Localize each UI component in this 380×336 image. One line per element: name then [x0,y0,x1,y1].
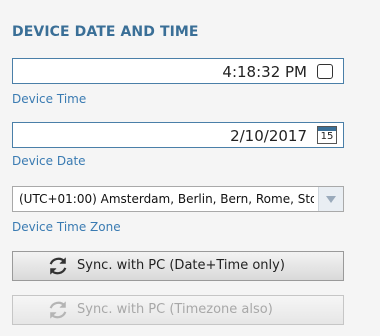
timezone-dropdown-arrow[interactable] [318,187,343,211]
section-title: DEVICE DATE AND TIME [12,24,199,40]
calendar-icon[interactable]: 15 [317,126,337,144]
sync-date-time-label: Sync. with PC (Date+Time only) [77,258,285,273]
device-time-field[interactable]: 4:18:32 PM [12,58,344,84]
timezone-select[interactable]: (UTC+01:00) Amsterdam, Berlin, Bern, Rom… [12,186,344,212]
refresh-icon [49,257,67,275]
device-date-caption: Device Date [12,154,86,168]
calendar-icon-day: 15 [320,131,334,142]
refresh-icon [49,301,67,319]
device-time-caption: Device Time [12,92,87,106]
device-date-field[interactable]: 2/10/2017 15 [12,122,344,148]
timezone-selected-value: (UTC+01:00) Amsterdam, Berlin, Bern, Rom… [19,192,314,206]
device-date-value: 2/10/2017 [230,127,307,145]
sync-timezone-label: Sync. with PC (Timezone also) [77,302,273,317]
device-time-value: 4:18:32 PM [222,63,307,81]
timezone-caption: Device Time Zone [12,220,121,234]
sync-date-time-button[interactable]: Sync. with PC (Date+Time only) [12,251,344,281]
chevron-down-icon [326,196,336,203]
time-picker-icon[interactable] [317,64,333,79]
sync-timezone-button[interactable]: Sync. with PC (Timezone also) [12,295,344,325]
